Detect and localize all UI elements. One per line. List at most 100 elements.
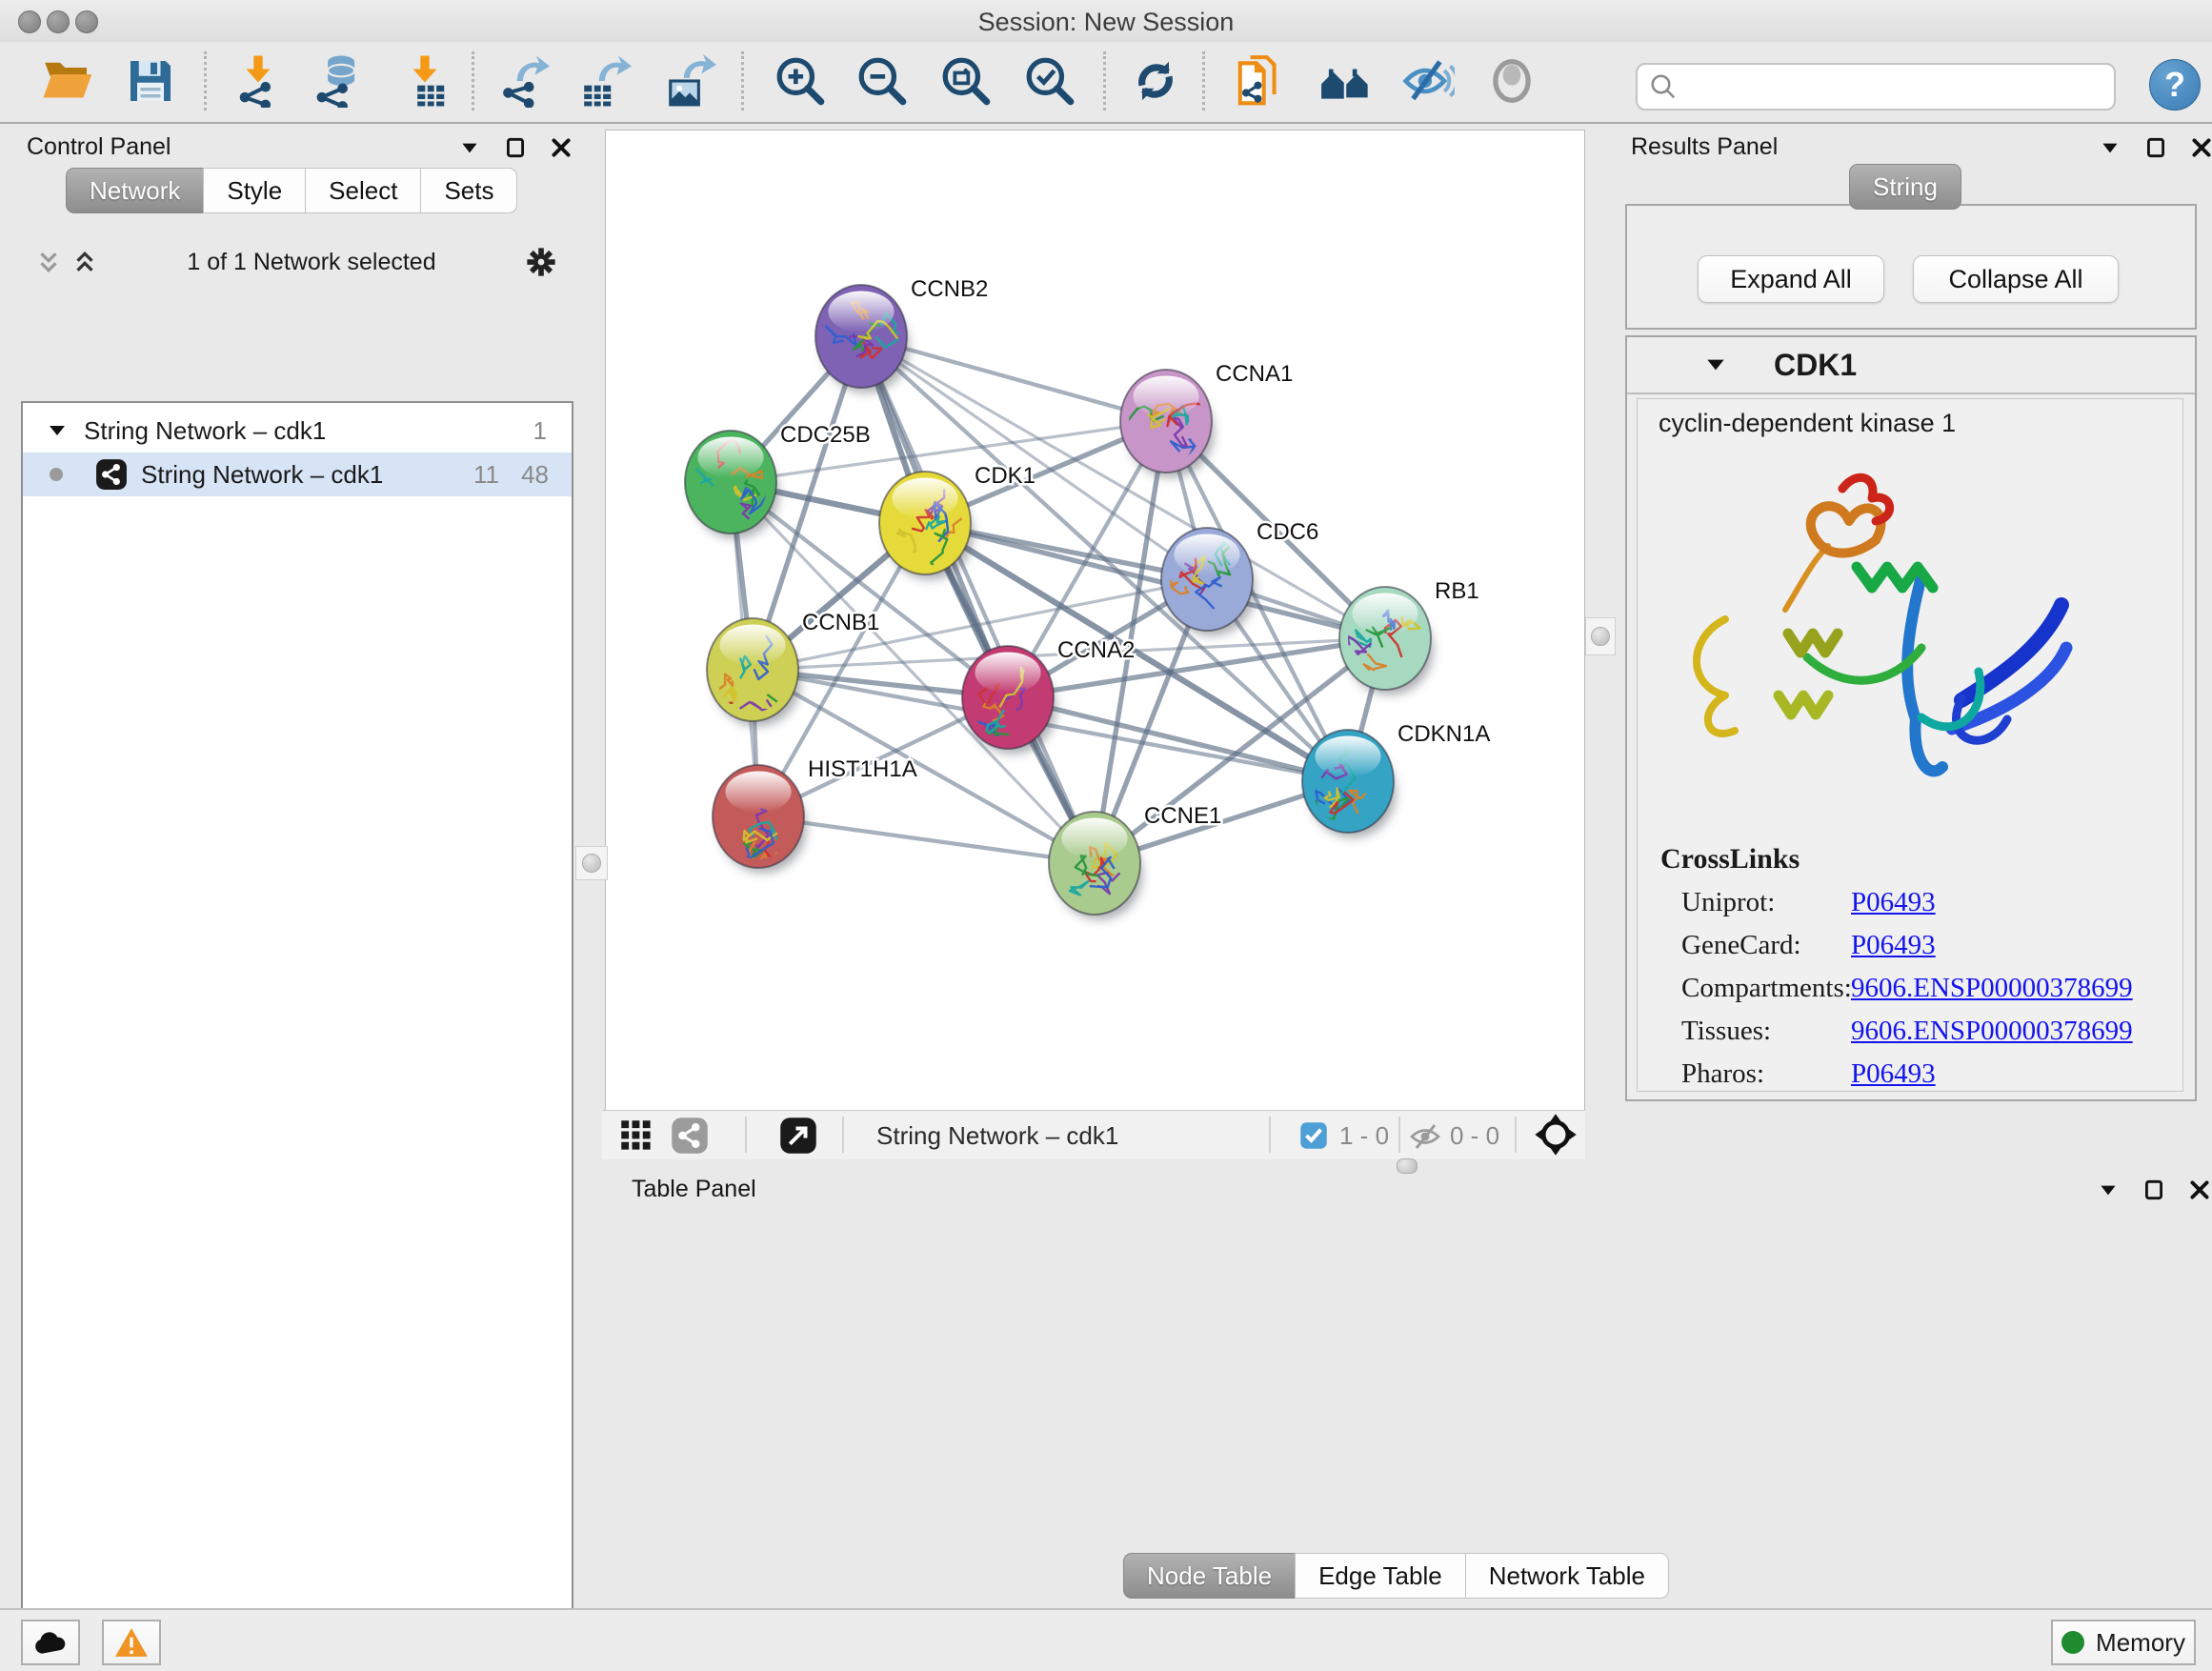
network-node-HIST1H1A[interactable]: HIST1H1A [713, 756, 917, 874]
memory-status-dot [2061, 1631, 2084, 1654]
crosslink-value-link[interactable]: 9606.ENSP00000378699 [1851, 973, 2133, 1004]
node-label: RB1 [1435, 578, 1479, 604]
crosslink-row: Compartments:9606.ENSP00000378699 [1681, 973, 2177, 1016]
collapse-panel-icon[interactable] [2096, 1178, 2121, 1202]
tab-network[interactable]: Network [66, 168, 204, 213]
separator [1398, 1117, 1400, 1153]
edge-CCNB2-CCNE1[interactable] [861, 336, 1095, 863]
tab-select[interactable]: Select [305, 168, 421, 213]
crosslink-value-link[interactable]: P06493 [1851, 930, 1936, 961]
network-node-CCNB1[interactable]: CCNB1 [707, 610, 879, 727]
import-network-file-button[interactable] [227, 50, 290, 112]
horizontal-splitter-handle[interactable] [1397, 1158, 1418, 1174]
zoom-fit-button[interactable] [935, 50, 997, 112]
detach-view-icon[interactable] [779, 1117, 817, 1155]
selected-checkbox-icon[interactable] [1299, 1121, 1328, 1150]
search-icon [1649, 72, 1678, 101]
close-panel-icon[interactable] [549, 135, 573, 160]
float-panel-icon[interactable] [2142, 1178, 2166, 1202]
network-node-RB1[interactable]: RB1 [1339, 578, 1479, 695]
vertical-splitter-left[interactable] [575, 846, 608, 880]
network-node-CDK1[interactable]: CDK1 [879, 463, 1036, 580]
triangle-down-icon[interactable] [46, 419, 69, 442]
table-panel: Table Panel f(x) shared namenamecanonica… [602, 1170, 2212, 1604]
apply-layout-button[interactable] [1124, 50, 1187, 112]
tab-string[interactable]: String [1849, 164, 1961, 210]
network-node-CCNE1[interactable]: CCNE1 [1049, 803, 1221, 920]
expand-all-button[interactable]: Expand All [1698, 255, 1884, 303]
homes-button[interactable] [1314, 50, 1377, 112]
table-tabs: Node TableEdge TableNetwork Table [1124, 1553, 1669, 1599]
crosslink-value-link[interactable]: P06493 [1851, 1058, 1936, 1090]
open-session-button[interactable] [35, 50, 98, 112]
zoom-in-icon [774, 54, 827, 108]
memory-button[interactable]: Memory [2051, 1620, 2196, 1665]
zoom-selected-button[interactable] [1018, 50, 1081, 112]
edge-HIST1H1A-CCNE1[interactable] [758, 816, 1095, 863]
cloud-button[interactable] [21, 1620, 80, 1665]
separator [745, 1117, 747, 1153]
collapse-all-button[interactable]: Collapse All [1913, 255, 2119, 303]
tab-node-table[interactable]: Node Table [1123, 1553, 1296, 1599]
crosslink-value-link[interactable]: 9606.ENSP00000378699 [1851, 1016, 2133, 1047]
grid-view-icon[interactable] [619, 1118, 654, 1153]
share-view-icon[interactable] [671, 1117, 709, 1155]
crosslink-label: Tissues: [1681, 1016, 1771, 1046]
separator [1515, 1117, 1517, 1153]
network-node-CDC25B[interactable]: CDC25B [685, 422, 871, 540]
close-panel-icon[interactable] [2187, 1178, 2212, 1202]
warnings-button[interactable] [102, 1620, 161, 1665]
gene-card-header[interactable]: CDK1 [1627, 337, 2195, 394]
memory-label: Memory [2096, 1628, 2185, 1658]
triangle-down-icon[interactable] [1703, 352, 1728, 377]
gene-card: CDK1 cyclin-dependent kinase 1 [1625, 335, 2197, 1101]
chevron-double-up-icon[interactable] [70, 248, 99, 276]
collapse-panel-icon[interactable] [457, 135, 482, 160]
string-network-document-button[interactable] [1228, 50, 1291, 112]
gene-card-body: cyclin-dependent kinase 1 [1637, 398, 2183, 1092]
window-title: Session: New Session [0, 8, 2212, 37]
export-network-icon [496, 54, 550, 108]
float-panel-icon[interactable] [2143, 135, 2168, 160]
gear-icon[interactable] [524, 245, 558, 279]
network-row-selected[interactable]: String Network – cdk1 11 48 [23, 453, 572, 496]
hide-selected-button[interactable] [1397, 50, 1459, 112]
chevron-double-down-icon[interactable] [34, 248, 63, 276]
tab-network-table[interactable]: Network Table [1465, 1553, 1669, 1599]
network-node-CDC6[interactable]: CDC6 [1161, 519, 1318, 636]
open-folder-icon [40, 54, 93, 108]
vertical-splitter-right[interactable] [1585, 617, 1616, 655]
zoom-out-button[interactable] [851, 50, 914, 112]
crosslink-row: Pharos:P06493 [1681, 1058, 2177, 1101]
tab-sets[interactable]: Sets [420, 168, 517, 213]
collapse-panel-icon[interactable] [2098, 135, 2122, 160]
network-node-CDKN1A[interactable]: CDKN1A [1302, 721, 1490, 838]
import-network-database-button[interactable] [307, 50, 370, 112]
zoom-fit-icon [939, 54, 993, 108]
refresh-layout-icon [1129, 54, 1182, 108]
help-button[interactable]: ? [2149, 59, 2201, 111]
network-canvas[interactable]: CCNB2CCNA1CDC25BCDK1CDC6RB1CCNB1CCNA2CDK… [605, 130, 1585, 1111]
show-button[interactable] [1480, 50, 1543, 112]
birds-eye-crosshair-icon[interactable] [1534, 1113, 1578, 1157]
houses-icon [1318, 54, 1372, 108]
search-input[interactable] [1685, 64, 2114, 110]
close-panel-icon[interactable] [2189, 135, 2212, 160]
crosslink-value-link[interactable]: P06493 [1851, 887, 1936, 918]
export-network-button[interactable] [492, 50, 554, 112]
network-graph[interactable]: CCNB2CCNA1CDC25BCDK1CDC6RB1CCNB1CCNA2CDK… [606, 131, 1584, 1110]
float-panel-icon[interactable] [503, 135, 528, 160]
results-panel-title: Results Panel [1631, 133, 1778, 161]
network-collection-row[interactable]: String Network – cdk1 1 [23, 409, 572, 453]
import-table-button[interactable] [393, 50, 456, 112]
export-table-button[interactable] [573, 50, 636, 112]
control-panel-title: Control Panel [27, 133, 171, 161]
tab-style[interactable]: Style [203, 168, 306, 213]
export-image-button[interactable] [658, 50, 721, 112]
save-session-button[interactable] [119, 50, 182, 112]
tab-edge-table[interactable]: Edge Table [1295, 1553, 1466, 1599]
node-label: CCNA2 [1057, 637, 1135, 663]
node-label: CCNA1 [1216, 361, 1293, 387]
zoom-in-button[interactable] [769, 50, 832, 112]
save-floppy-icon [124, 54, 177, 108]
